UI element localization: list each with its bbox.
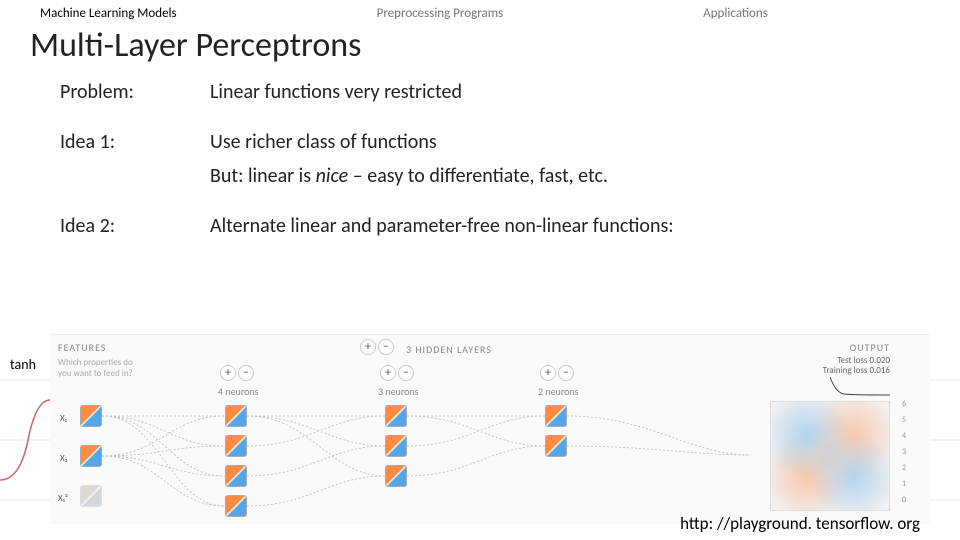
playground-diagram: FEATURES Which properties do you want to… [50, 334, 930, 524]
tab-preprocessing[interactable]: Preprocessing Programs [377, 6, 504, 21]
tanh-label: tanh [10, 356, 36, 373]
axis-tick: 6 [902, 399, 906, 409]
output-header: OUTPUT [850, 341, 890, 354]
nav-tabs: Machine Learning Models Preprocessing Pr… [0, 0, 960, 21]
idea2-text: Alternate linear and parameter-free non-… [210, 214, 674, 238]
axis-tick: 2 [902, 463, 906, 473]
axis-tick: 3 [902, 447, 906, 457]
page-title: Multi-Layer Perceptrons [0, 21, 960, 66]
output-visualization [770, 401, 890, 511]
tab-applications[interactable]: Applications [703, 6, 768, 21]
axis-tick: 1 [902, 479, 906, 489]
content-body: Problem: Linear functions very restricte… [0, 66, 960, 238]
idea1-part-b: nice [316, 164, 349, 188]
idea1-part-c: – easy to differentiate, fast, etc. [348, 164, 608, 188]
axis-tick: 0 [902, 495, 906, 505]
idea1-part-a: But: linear is [210, 164, 316, 188]
axis-tick: 5 [902, 415, 906, 425]
output-axis: 6 5 4 3 2 1 0 [902, 399, 906, 505]
idea1-label: Idea 1: [60, 130, 210, 188]
idea2-label: Idea 2: [60, 214, 210, 238]
tab-models[interactable]: Machine Learning Models [40, 6, 177, 21]
loss-curve [830, 375, 890, 397]
axis-tick: 4 [902, 431, 906, 441]
idea1-line2: But: linear is nice – easy to differenti… [210, 164, 608, 188]
playground-link[interactable]: http: //playground. tensorflow. org [680, 513, 920, 534]
problem-label: Problem: [60, 80, 210, 104]
idea1-text: Use richer class of functions But: linea… [210, 130, 608, 188]
idea1-line1: Use richer class of functions [210, 130, 608, 154]
problem-text: Linear functions very restricted [210, 80, 462, 104]
